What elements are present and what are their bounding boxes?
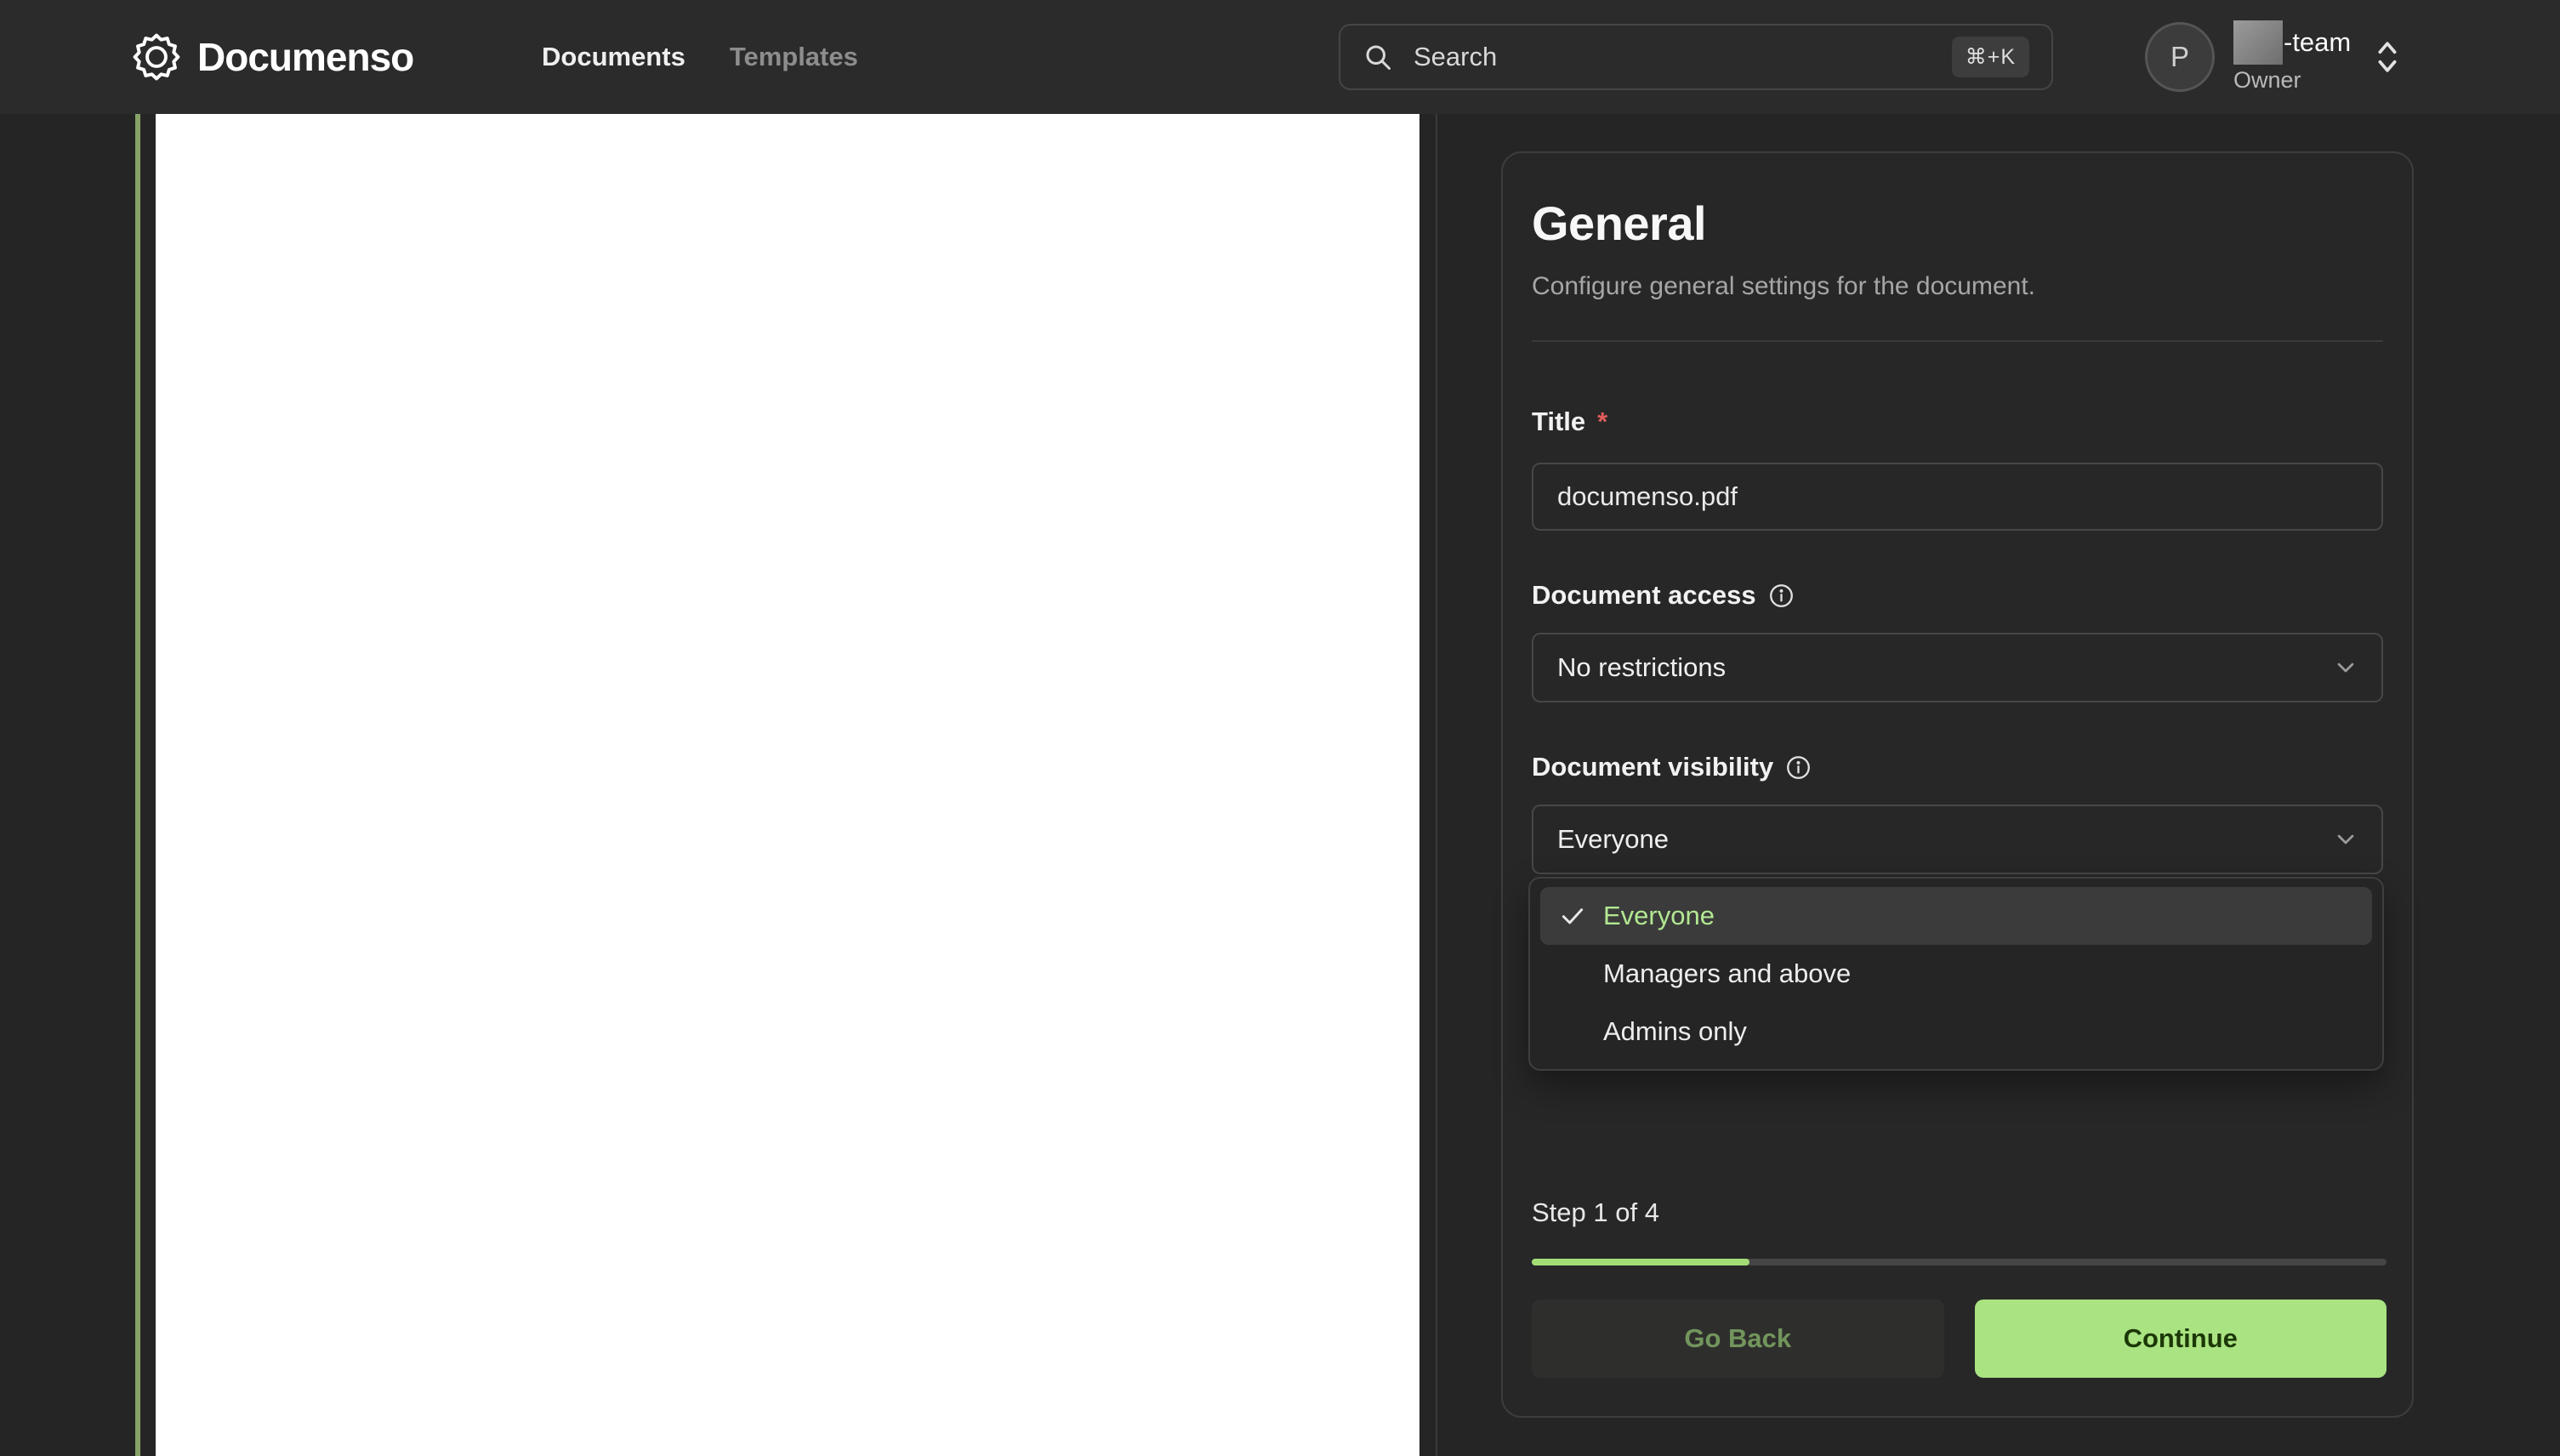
go-back-button[interactable]: Go Back — [1532, 1300, 1944, 1378]
document-access-label: Document access — [1532, 580, 2383, 611]
check-icon — [1559, 902, 1586, 930]
team-name-redacted — [2233, 20, 2283, 65]
document-visibility-select[interactable]: Everyone — [1532, 805, 2383, 874]
dropdown-option-admins[interactable]: Admins only — [1540, 1003, 2372, 1061]
viewer-panel-divider — [1436, 114, 1437, 1456]
step-indicator: Step 1 of 4 — [1532, 1197, 1659, 1227]
card-title: General — [1532, 196, 1707, 250]
dropdown-option-everyone[interactable]: Everyone — [1540, 887, 2372, 945]
chevrons-up-down-icon — [2369, 37, 2405, 77]
footer-buttons: Go Back Continue — [1532, 1300, 2386, 1378]
title-input[interactable] — [1532, 463, 2383, 531]
progress-fill — [1532, 1259, 1750, 1265]
chevron-down-icon — [2337, 663, 2354, 673]
required-asterisk: * — [1597, 407, 1608, 436]
general-settings-card: General Configure general settings for t… — [1501, 151, 2414, 1418]
top-nav: Documenso Documents Templates ⌘+K P -tea… — [0, 0, 2560, 114]
title-field-label: Title * — [1532, 407, 1608, 436]
dropdown-option-managers[interactable]: Managers and above — [1540, 945, 2372, 1003]
viewer-accent-line — [135, 114, 140, 1456]
progress-bar — [1532, 1259, 2386, 1265]
documenso-logo-icon — [133, 33, 180, 81]
document-access-select[interactable]: No restrictions — [1532, 633, 2383, 702]
nav-links: Documents Templates — [542, 0, 858, 114]
account-role: Owner — [2233, 66, 2301, 93]
document-visibility-label: Document visibility — [1532, 752, 2383, 782]
search-input[interactable] — [1414, 42, 1931, 72]
search-shortcut-badge: ⌘+K — [1951, 37, 2029, 77]
card-description: Configure general settings for the docum… — [1532, 272, 2036, 300]
nav-link-templates[interactable]: Templates — [730, 42, 858, 72]
card-divider — [1532, 340, 2383, 342]
continue-button[interactable]: Continue — [1974, 1300, 2386, 1378]
account-menu-trigger[interactable]: P -team Owner — [2145, 0, 2405, 114]
account-meta: -team Owner — [2233, 20, 2351, 94]
search-icon — [1366, 45, 1391, 70]
chevron-down-icon — [2337, 834, 2354, 845]
info-icon[interactable] — [1785, 754, 1812, 781]
brand-home-link[interactable]: Documenso — [133, 0, 414, 114]
brand-name: Documenso — [197, 35, 414, 79]
info-icon[interactable] — [1768, 583, 1795, 609]
nav-link-documents[interactable]: Documents — [542, 42, 686, 72]
pdf-page-preview — [156, 114, 1419, 1456]
team-name: -team — [2233, 20, 2351, 65]
avatar: P — [2145, 22, 2215, 92]
search-box[interactable]: ⌘+K — [1339, 24, 2053, 90]
visibility-dropdown-menu: Everyone Managers and above Admins only — [1528, 877, 2384, 1071]
